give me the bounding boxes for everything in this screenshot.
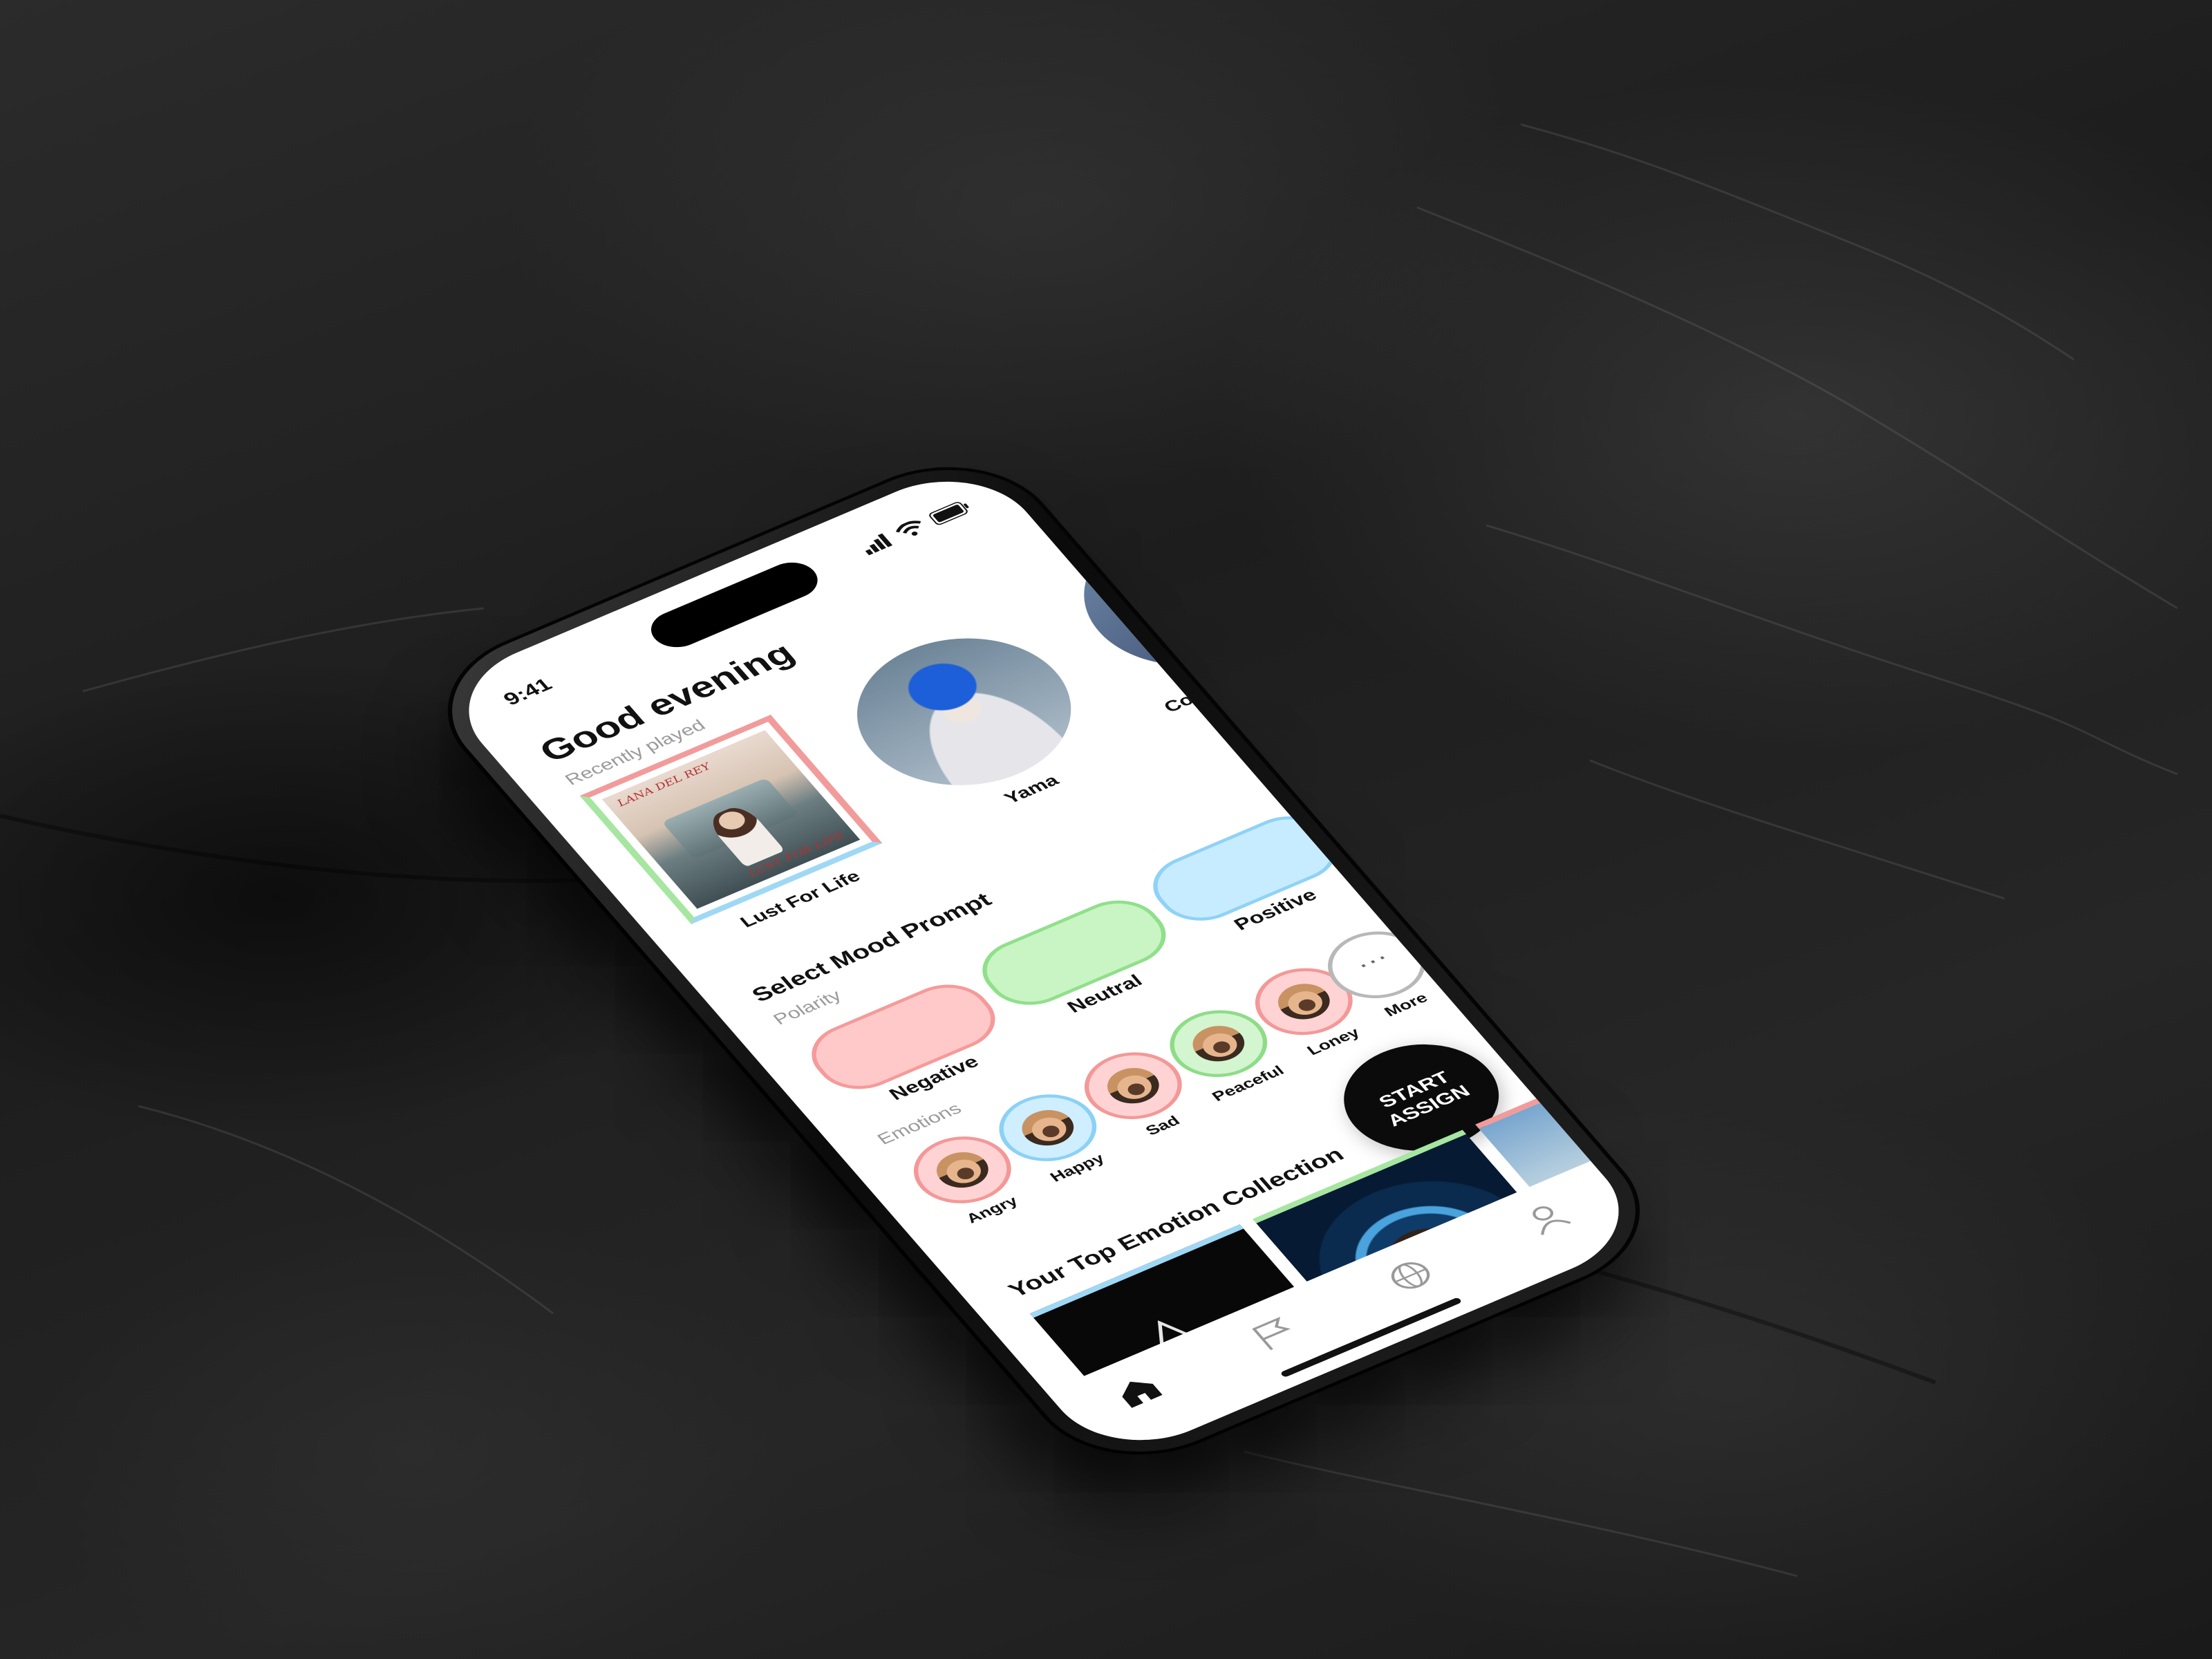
cellular-signal-icon <box>865 533 893 556</box>
tab-home[interactable] <box>1108 1370 1169 1412</box>
flag-icon <box>1252 1316 1291 1351</box>
tab-globe[interactable] <box>1380 1255 1441 1297</box>
battery-icon <box>929 502 969 525</box>
memoji-avatar <box>1098 1061 1169 1111</box>
tab-profile[interactable] <box>1517 1197 1577 1239</box>
tab-flag[interactable] <box>1244 1313 1305 1355</box>
status-icons <box>859 498 974 556</box>
globe-icon <box>1391 1262 1430 1289</box>
more-dots-icon: ··· <box>1351 946 1397 978</box>
profile-icon <box>1533 1206 1571 1235</box>
status-time: 9:41 <box>498 674 556 709</box>
memoji-avatar <box>1012 1103 1083 1152</box>
memoji-avatar <box>927 1145 998 1194</box>
wifi-icon <box>895 521 921 536</box>
home-icon <box>1122 1381 1163 1408</box>
memoji-avatar <box>1268 977 1340 1027</box>
memoji-avatar <box>1183 1019 1254 1069</box>
